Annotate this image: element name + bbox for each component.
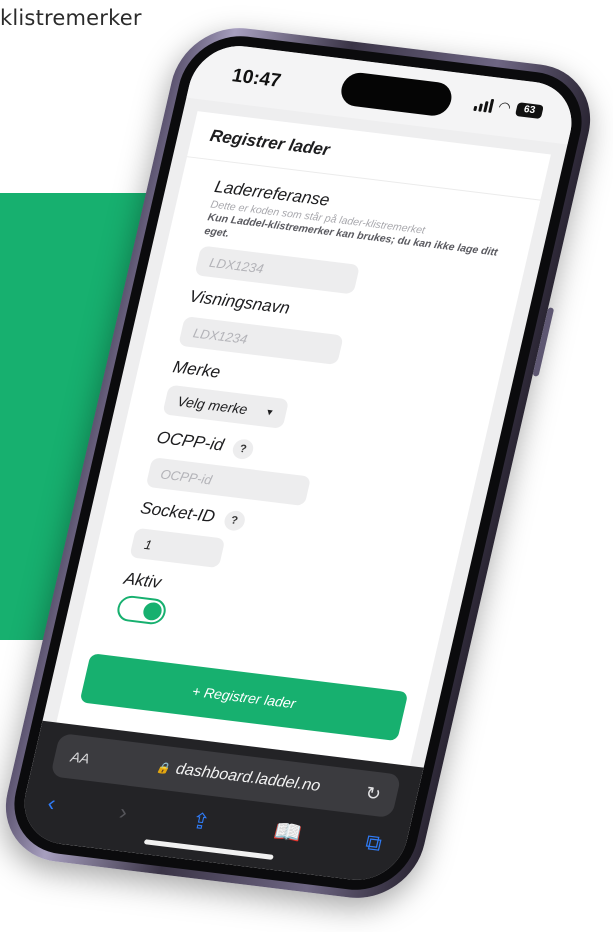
phone-mockup: 10:47 ◠ 63 Registrer lader Laderreferans… bbox=[0, 21, 603, 905]
status-time: 10:47 bbox=[229, 65, 283, 92]
share-icon[interactable]: ⇪ bbox=[189, 808, 213, 836]
bookmarks-icon[interactable]: 📖 bbox=[271, 818, 305, 847]
url-text: dashboard.laddel.no bbox=[174, 760, 322, 795]
text-size-button[interactable]: AA bbox=[69, 749, 112, 770]
tabs-icon[interactable]: ⧉ bbox=[363, 829, 384, 856]
brand-select[interactable]: Velg merke ▼ bbox=[162, 384, 290, 429]
ocpp-id-help-icon[interactable]: ? bbox=[230, 438, 256, 461]
socket-id-label: Socket-ID bbox=[138, 498, 217, 527]
background-caption: klistremerker bbox=[0, 6, 142, 30]
display-name-input[interactable] bbox=[178, 316, 344, 366]
battery-icon: 63 bbox=[515, 101, 545, 119]
active-label: Aktiv bbox=[122, 568, 164, 593]
toggle-knob bbox=[141, 601, 164, 622]
register-charger-button[interactable]: + Registrer lader bbox=[79, 653, 409, 742]
forward-icon[interactable]: › bbox=[117, 799, 130, 825]
active-toggle[interactable] bbox=[114, 594, 169, 626]
caret-down-icon: ▼ bbox=[264, 406, 276, 418]
ocpp-id-label: OCPP-id bbox=[154, 427, 226, 455]
socket-id-help-icon[interactable]: ? bbox=[222, 509, 247, 532]
socket-id-input[interactable] bbox=[129, 527, 226, 569]
reload-icon[interactable]: ↻ bbox=[363, 782, 384, 804]
url-display: 🔒 dashboard.laddel.no bbox=[109, 753, 368, 802]
dynamic-island bbox=[337, 70, 455, 118]
lock-icon: 🔒 bbox=[154, 762, 172, 776]
status-icons: ◠ 63 bbox=[473, 95, 545, 120]
back-icon[interactable]: ‹ bbox=[45, 790, 58, 816]
signal-icon bbox=[473, 96, 495, 113]
brand-select-value: Velg merke bbox=[175, 393, 250, 418]
wifi-icon: ◠ bbox=[496, 97, 513, 116]
